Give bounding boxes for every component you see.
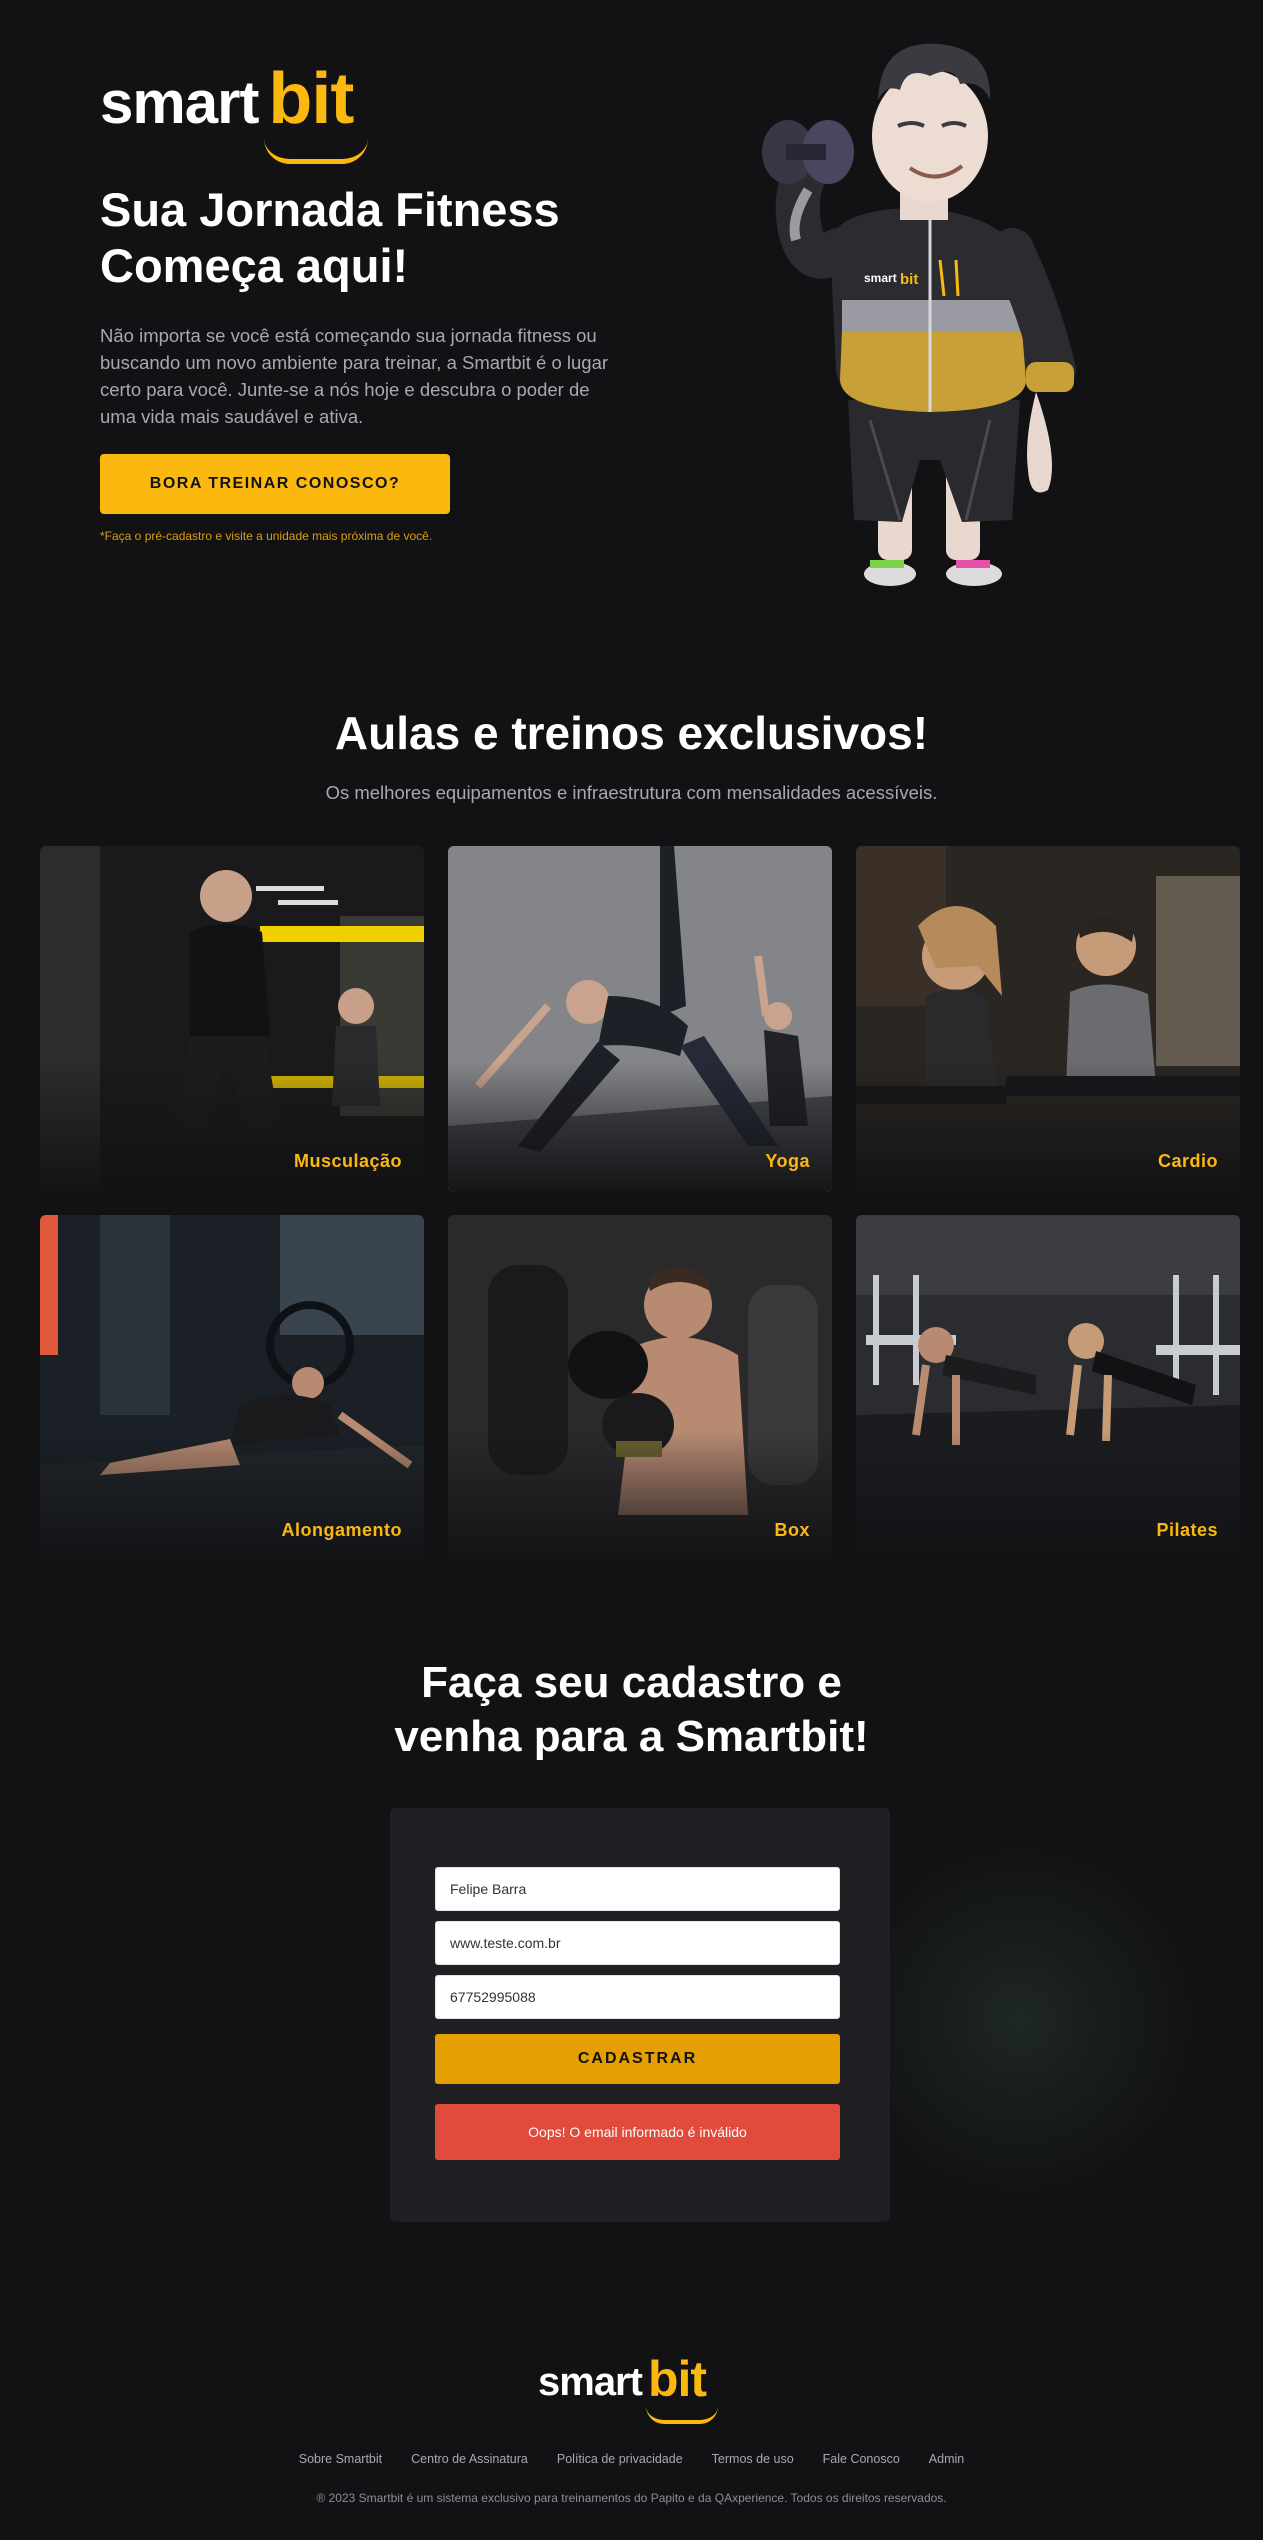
hero-note: *Faça o pré-cadastro e visite a unidade …	[100, 529, 433, 543]
smartbit-logo: smart bit	[100, 59, 369, 164]
footer-link-sobre[interactable]: Sobre Smartbit	[299, 2452, 382, 2466]
name-input[interactable]	[435, 1867, 840, 1911]
class-card-yoga[interactable]: Yoga	[448, 846, 832, 1192]
copyright-text: ® 2023 Smartbit é um sistema exclusivo p…	[316, 2491, 947, 2505]
class-card-cardio[interactable]: Cardio	[856, 846, 1240, 1192]
logo-bit-text: bit	[268, 59, 354, 139]
logo-smile-mark	[264, 138, 369, 164]
mascot-illustration: smart bit	[762, 43, 1076, 586]
phone-input[interactable]	[435, 1975, 840, 2019]
logo-bit-text: bit	[647, 2351, 707, 2407]
svg-text:smart: smart	[864, 271, 897, 285]
class-label: Cardio	[1157, 1151, 1218, 1171]
signup-title: Faça seu cadastro e venha para a Smartbi…	[394, 1658, 869, 1761]
footer-link-privacidade[interactable]: Política de privacidade	[557, 2452, 683, 2466]
footer-nav: Sobre Smartbit Centro de Assinatura Polí…	[0, 2452, 1263, 2466]
bora-treinar-button[interactable]: BORA TREINAR CONOSCO?	[100, 454, 450, 514]
hero-title: Sua Jornada Fitness Começa aqui!	[100, 183, 560, 292]
error-alert: Oops! O email informado é inválido	[435, 2104, 840, 2160]
class-label: Yoga	[765, 1151, 810, 1171]
footer-logo: smart bit	[538, 2351, 718, 2424]
logo-smart-text: smart	[100, 69, 259, 136]
classes-title: Aulas e treinos exclusivos!	[334, 707, 929, 759]
class-card-pilates[interactable]: Pilates	[856, 1215, 1240, 1561]
class-label: Alongamento	[281, 1520, 402, 1540]
footer-link-centro-assinatura[interactable]: Centro de Assinatura	[411, 2452, 528, 2466]
hero-description: Não importa se você está começando sua j…	[100, 325, 609, 427]
class-card-musculacao[interactable]: Musculação	[40, 846, 424, 1192]
class-card-box[interactable]: Box	[448, 1215, 832, 1561]
footer-link-fale-conosco[interactable]: Fale Conosco	[823, 2452, 900, 2466]
class-label: Box	[774, 1520, 810, 1540]
classes-subtitle: Os melhores equipamentos e infraestrutur…	[325, 782, 938, 803]
footer-link-admin[interactable]: Admin	[929, 2452, 964, 2466]
logo-smile-mark	[645, 2406, 718, 2424]
svg-text:bit: bit	[900, 271, 918, 288]
logo-smart-text: smart	[538, 2360, 643, 2404]
signup-form: CADASTRAR Oops! O email informado é invá…	[390, 1808, 890, 2222]
email-input[interactable]	[435, 1921, 840, 1965]
class-label: Musculação	[293, 1151, 402, 1171]
hero-section: smart bit Sua Jornada Fitness Começa aqu…	[0, 0, 1263, 640]
class-label: Pilates	[1156, 1520, 1218, 1540]
cadastrar-button[interactable]: CADASTRAR	[435, 2034, 840, 2084]
class-card-alongamento[interactable]: Alongamento	[40, 1215, 424, 1561]
footer-link-termos[interactable]: Termos de uso	[712, 2452, 794, 2466]
